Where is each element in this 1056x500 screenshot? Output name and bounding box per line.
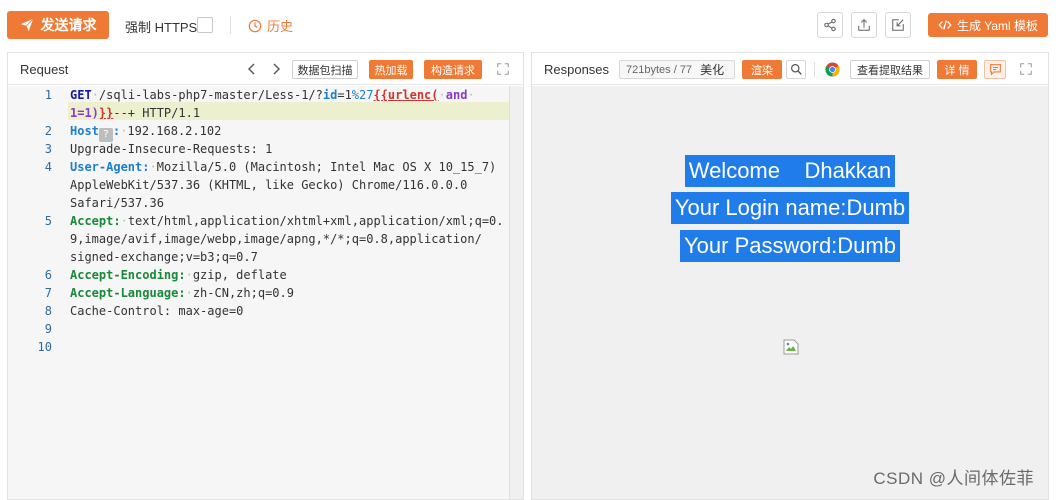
request-panel: Request 数据包扫描 热加载 构造请求 1 2 3 4 5 6 7 8 9 10 GET·/…	[7, 52, 524, 500]
line-number: 6	[44, 268, 52, 282]
code-line-1-wrap: 1=1)}}--+ HTTP/1.1	[70, 106, 201, 120]
broken-image-icon	[783, 339, 799, 355]
code-line-8: Cache-Control: max-age=0	[70, 304, 244, 318]
response-expand-icon[interactable]	[1019, 62, 1033, 76]
line-number: 4	[44, 160, 52, 174]
force-https-checkbox[interactable]	[197, 17, 213, 33]
login-name-text: Your Login name:Dumb	[532, 192, 1048, 224]
code-line-4: User-Agent:·Mozilla/5.0 (Macintosh; Inte…	[70, 160, 497, 174]
code-line-5-wrap-2: signed-exchange;v=b3;q=0.7	[70, 250, 258, 264]
import-button[interactable]	[885, 12, 911, 38]
response-size: 721bytes / 77	[626, 63, 693, 76]
code-line-4-wrap-1: AppleWebKit/537.36 (KHTML, like Gecko) C…	[70, 178, 468, 192]
import-icon	[892, 19, 904, 31]
line-number: 5	[44, 214, 52, 228]
response-panel-header: Responses 721bytes / 77 美化 渲染 查看提取结果 详 情	[532, 53, 1048, 85]
code-line-5-wrap-1: 9,image/avif,image/webp,image/apng,*/*;q…	[70, 232, 482, 246]
packet-scan-button[interactable]: 数据包扫描	[292, 60, 358, 79]
responses-title: Responses	[544, 62, 610, 77]
line-number: 3	[44, 142, 52, 156]
message-icon	[989, 64, 1001, 76]
history-label: 历史	[267, 19, 294, 34]
request-scrollbar[interactable]	[509, 86, 523, 499]
line-number: 2	[44, 124, 52, 138]
details-button[interactable]: 详 情	[937, 60, 977, 79]
chevron-right-icon[interactable]	[268, 61, 284, 77]
request-panel-header: Request 数据包扫描 热加载 构造请求	[8, 53, 523, 85]
response-size-field: 721bytes / 77 美化	[619, 60, 735, 79]
welcome-text: Welcome Dhakkan	[532, 155, 1048, 187]
code-line-1: GET·/sqli-labs-php7-master/Less-1/?id=1%…	[70, 88, 475, 102]
share-icon	[824, 18, 836, 32]
line-number: 10	[37, 340, 52, 354]
line-number: 9	[44, 322, 52, 336]
beautify-toggle[interactable]: 美化	[700, 61, 724, 78]
code-line-7: Accept-Language:·zh-CN,zh;q=0.9	[70, 286, 294, 300]
generate-yaml-button[interactable]: 生成 Yaml 模板	[928, 13, 1048, 37]
export-icon	[858, 19, 870, 31]
generate-yaml-label: 生成 Yaml 模板	[956, 18, 1039, 33]
search-button[interactable]	[786, 60, 806, 79]
watermark-text: CSDN @人间体佐菲	[873, 469, 1034, 488]
request-editor[interactable]: 1 2 3 4 5 6 7 8 9 10 GET·/sqli-labs-php7-master/L…	[8, 86, 510, 499]
expand-icon[interactable]	[496, 62, 510, 76]
send-request-label: 发送请求	[40, 17, 97, 33]
share-button[interactable]	[817, 12, 843, 38]
line-number: 1	[44, 88, 52, 102]
request-title: Request	[20, 62, 69, 77]
line-number: 8	[44, 304, 52, 318]
hot-reload-button[interactable]: 热加载	[369, 60, 413, 79]
chrome-icon[interactable]	[825, 62, 840, 77]
code-line-2: Host?:·192.168.2.102	[70, 124, 222, 142]
toolbar-divider	[230, 16, 231, 34]
code-line-5: Accept:·text/html,application/xhtml+xml,…	[70, 214, 504, 228]
response-header-divider	[814, 62, 815, 77]
search-icon	[790, 64, 802, 75]
export-button[interactable]	[851, 12, 877, 38]
view-extract-results-button[interactable]: 查看提取结果	[850, 60, 930, 79]
top-toolbar: 发送请求 强制 HTTPS 历史 生成 Yaml 模板	[0, 0, 1056, 50]
code-line-3: Upgrade-Insecure-Requests: 1	[70, 142, 273, 156]
password-text: Your Password:Dumb	[532, 230, 1048, 262]
send-request-button[interactable]: 发送请求	[7, 11, 109, 39]
rendered-response: Welcome Dhakkan Your Login name:Dumb You…	[532, 86, 1048, 499]
force-https-label: 强制 HTTPS	[125, 20, 198, 35]
clock-icon	[248, 19, 262, 32]
history-button[interactable]: 历史	[248, 16, 293, 35]
render-button[interactable]: 渲染	[742, 60, 782, 79]
response-panel: Responses 721bytes / 77 美化 渲染 查看提取结果 详 情…	[531, 52, 1049, 500]
construct-request-button[interactable]: 构造请求	[424, 60, 482, 79]
line-number: 7	[44, 286, 52, 300]
message-button[interactable]	[984, 60, 1006, 79]
code-line-4-wrap-2: Safari/537.36	[70, 196, 164, 210]
code-line-6: Accept-Encoding:·gzip, deflate	[70, 268, 287, 282]
code-icon	[938, 20, 952, 30]
chevron-left-icon[interactable]	[244, 61, 260, 77]
invisible-char-icon: ?	[98, 128, 113, 142]
send-icon	[20, 18, 33, 32]
